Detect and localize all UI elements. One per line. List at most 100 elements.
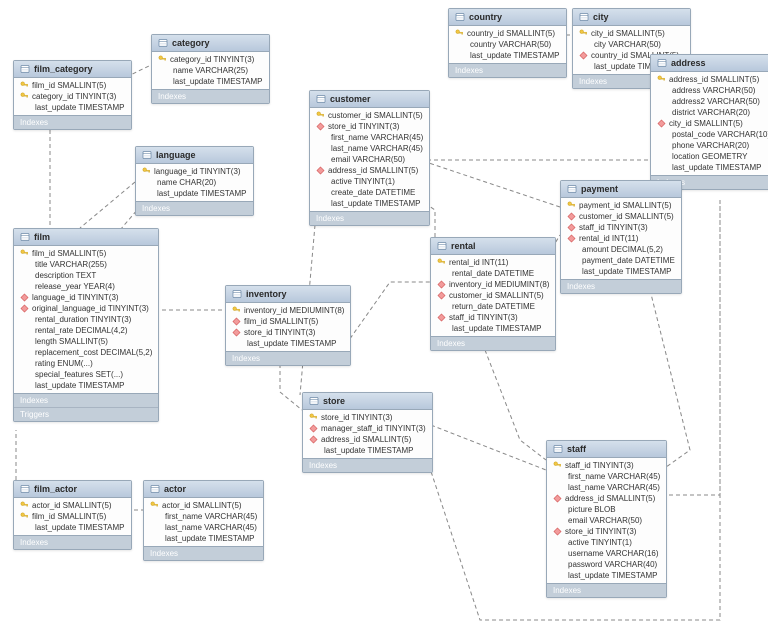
column-row[interactable]: email VARCHAR(50): [310, 154, 429, 165]
entity-film_actor[interactable]: film_actor actor_id SMALLINT(5)film_id SM…: [13, 480, 132, 550]
entity-rental[interactable]: rental rental_id INT(11)rental_date DATET…: [430, 237, 556, 351]
column-row[interactable]: customer_id SMALLINT(5): [310, 110, 429, 121]
entity-footer-indexes[interactable]: Indexes: [14, 393, 158, 407]
column-row[interactable]: manager_staff_id TINYINT(3): [303, 423, 432, 434]
entity-payment[interactable]: paymentpayment_id SMALLINT(5)customer_id…: [560, 180, 682, 294]
column-row[interactable]: last_name VARCHAR(45): [310, 143, 429, 154]
entity-header[interactable]: film_actor: [14, 481, 131, 498]
column-row[interactable]: last_update TIMESTAMP: [144, 533, 263, 544]
column-row[interactable]: staff_id TINYINT(3): [561, 222, 681, 233]
column-row[interactable]: last_name VARCHAR(45): [547, 482, 666, 493]
column-row[interactable]: last_update TIMESTAMP: [651, 162, 768, 173]
column-row[interactable]: last_update TIMESTAMP: [561, 266, 681, 277]
column-row[interactable]: amount DECIMAL(5,2): [561, 244, 681, 255]
column-row[interactable]: rental_duration TINYINT(3): [14, 314, 158, 325]
column-row[interactable]: picture BLOB: [547, 504, 666, 515]
column-row[interactable]: rental_rate DECIMAL(4,2): [14, 325, 158, 336]
column-row[interactable]: city_id SMALLINT(5): [573, 28, 690, 39]
entity-header[interactable]: inventory: [226, 286, 350, 303]
column-row[interactable]: last_update TIMESTAMP: [14, 522, 131, 533]
column-row[interactable]: address_id SMALLINT(5): [310, 165, 429, 176]
column-row[interactable]: film_id SMALLINT(5): [14, 511, 131, 522]
column-row[interactable]: payment_date DATETIME: [561, 255, 681, 266]
entity-header[interactable]: address: [651, 55, 768, 72]
column-row[interactable]: last_name VARCHAR(45): [144, 522, 263, 533]
column-row[interactable]: country_id SMALLINT(5): [449, 28, 566, 39]
entity-footer-indexes[interactable]: Indexes: [136, 201, 253, 215]
column-row[interactable]: category_id TINYINT(3): [14, 91, 131, 102]
column-row[interactable]: first_name VARCHAR(45): [144, 511, 263, 522]
column-row[interactable]: rental_date DATETIME: [431, 268, 555, 279]
entity-language[interactable]: languagelanguage_id TINYINT(3)name CHAR(…: [135, 146, 254, 216]
entity-header[interactable]: actor: [144, 481, 263, 498]
entity-footer-indexes[interactable]: Indexes: [449, 63, 566, 77]
column-row[interactable]: last_update TIMESTAMP: [303, 445, 432, 456]
entity-footer-indexes[interactable]: Indexes: [152, 89, 269, 103]
column-row[interactable]: address VARCHAR(50): [651, 85, 768, 96]
entity-header[interactable]: staff: [547, 441, 666, 458]
column-row[interactable]: last_update TIMESTAMP: [136, 188, 253, 199]
column-row[interactable]: district VARCHAR(20): [651, 107, 768, 118]
column-row[interactable]: last_update TIMESTAMP: [152, 76, 269, 87]
entity-footer-indexes[interactable]: Indexes: [303, 458, 432, 472]
column-row[interactable]: title VARCHAR(255): [14, 259, 158, 270]
column-row[interactable]: city VARCHAR(50): [573, 39, 690, 50]
column-row[interactable]: replacement_cost DECIMAL(5,2): [14, 347, 158, 358]
column-row[interactable]: last_update TIMESTAMP: [14, 380, 158, 391]
entity-footer-indexes[interactable]: Indexes: [310, 211, 429, 225]
column-row[interactable]: active TINYINT(1): [310, 176, 429, 187]
entity-inventory[interactable]: inventoryinventory_id MEDIUMINT(8)film_i…: [225, 285, 351, 366]
entity-header[interactable]: film_category: [14, 61, 131, 78]
column-row[interactable]: address_id SMALLINT(5): [651, 74, 768, 85]
column-row[interactable]: email VARCHAR(50): [547, 515, 666, 526]
column-row[interactable]: name VARCHAR(25): [152, 65, 269, 76]
column-row[interactable]: store_id TINYINT(3): [310, 121, 429, 132]
entity-film[interactable]: filmfilm_id SMALLINT(5)title VARCHAR(255…: [13, 228, 159, 422]
column-row[interactable]: rating ENUM(...): [14, 358, 158, 369]
column-row[interactable]: username VARCHAR(16): [547, 548, 666, 559]
column-row[interactable]: special_features SET(...): [14, 369, 158, 380]
entity-footer-indexes[interactable]: Indexes: [14, 115, 131, 129]
entity-header[interactable]: language: [136, 147, 253, 164]
entity-header[interactable]: rental: [431, 238, 555, 255]
entity-header[interactable]: category: [152, 35, 269, 52]
column-row[interactable]: store_id TINYINT(3): [226, 327, 350, 338]
column-row[interactable]: rental_id INT(11): [561, 233, 681, 244]
column-row[interactable]: release_year YEAR(4): [14, 281, 158, 292]
column-row[interactable]: original_language_id TINYINT(3): [14, 303, 158, 314]
column-row[interactable]: inventory_id MEDIUMINT(8): [431, 279, 555, 290]
column-row[interactable]: actor_id SMALLINT(5): [144, 500, 263, 511]
column-row[interactable]: postal_code VARCHAR(10): [651, 129, 768, 140]
column-row[interactable]: category_id TINYINT(3): [152, 54, 269, 65]
column-row[interactable]: staff_id TINYINT(3): [547, 460, 666, 471]
column-row[interactable]: last_update TIMESTAMP: [431, 323, 555, 334]
column-row[interactable]: description TEXT: [14, 270, 158, 281]
column-row[interactable]: actor_id SMALLINT(5): [14, 500, 131, 511]
entity-footer-triggers[interactable]: Triggers: [14, 407, 158, 421]
column-row[interactable]: customer_id SMALLINT(5): [431, 290, 555, 301]
column-row[interactable]: phone VARCHAR(20): [651, 140, 768, 151]
entity-header[interactable]: city: [573, 9, 690, 26]
entity-footer-indexes[interactable]: Indexes: [431, 336, 555, 350]
column-row[interactable]: password VARCHAR(40): [547, 559, 666, 570]
entity-header[interactable]: store: [303, 393, 432, 410]
column-row[interactable]: store_id TINYINT(3): [547, 526, 666, 537]
column-row[interactable]: film_id SMALLINT(5): [14, 80, 131, 91]
column-row[interactable]: last_update TIMESTAMP: [310, 198, 429, 209]
column-row[interactable]: first_name VARCHAR(45): [547, 471, 666, 482]
column-row[interactable]: rental_id INT(11): [431, 257, 555, 268]
column-row[interactable]: film_id SMALLINT(5): [226, 316, 350, 327]
entity-actor[interactable]: actor actor_id SMALLINT(5)first_name VARC…: [143, 480, 264, 561]
entity-staff[interactable]: staff staff_id TINYINT(3)first_name VARCH…: [546, 440, 667, 598]
column-row[interactable]: create_date DATETIME: [310, 187, 429, 198]
column-row[interactable]: country VARCHAR(50): [449, 39, 566, 50]
entity-header[interactable]: payment: [561, 181, 681, 198]
column-row[interactable]: location GEOMETRY: [651, 151, 768, 162]
column-row[interactable]: return_date DATETIME: [431, 301, 555, 312]
column-row[interactable]: address_id SMALLINT(5): [547, 493, 666, 504]
column-row[interactable]: language_id TINYINT(3): [136, 166, 253, 177]
entity-footer-indexes[interactable]: Indexes: [547, 583, 666, 597]
column-row[interactable]: address_id SMALLINT(5): [303, 434, 432, 445]
entity-footer-indexes[interactable]: Indexes: [226, 351, 350, 365]
column-row[interactable]: active TINYINT(1): [547, 537, 666, 548]
